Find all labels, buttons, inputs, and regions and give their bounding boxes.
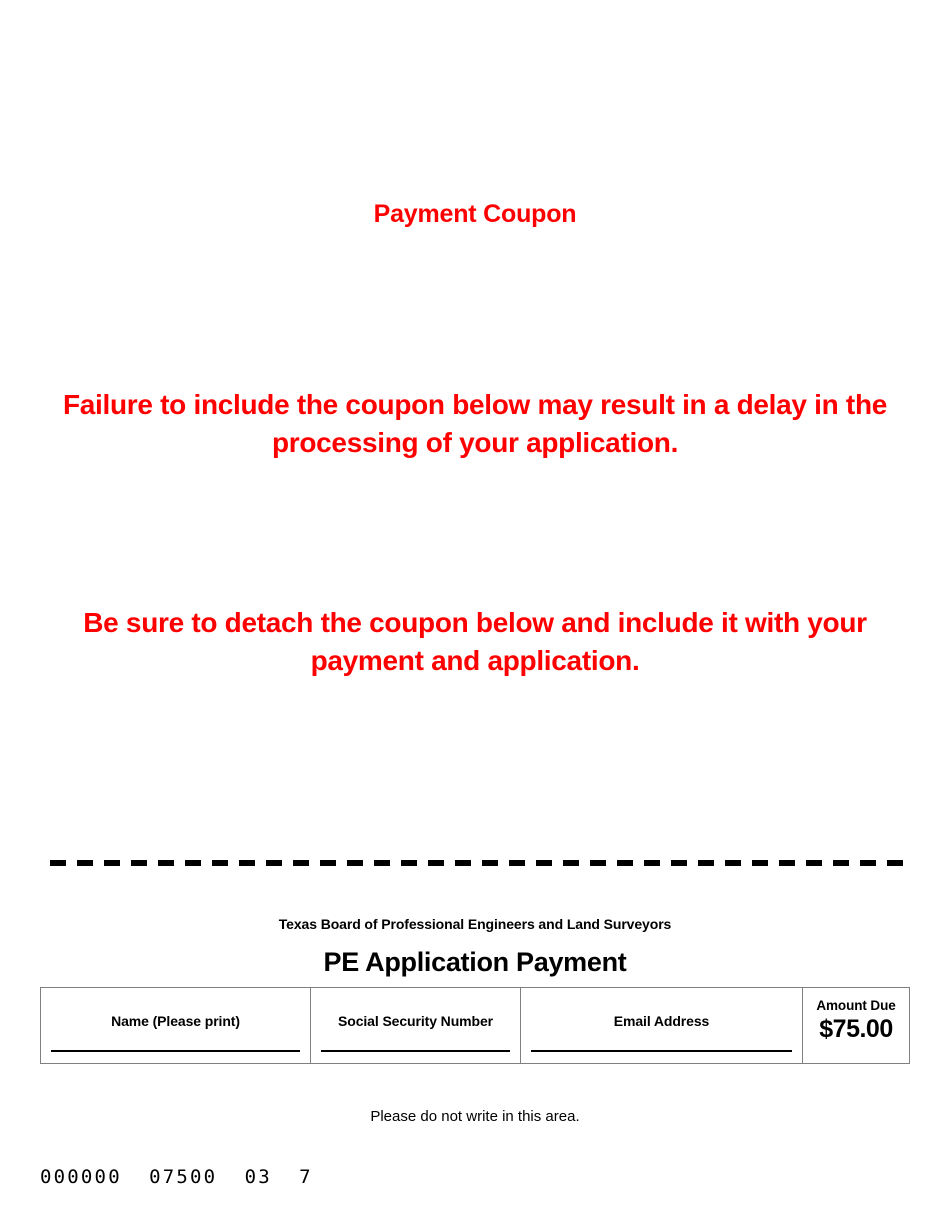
- field-label-name: Name (Please print): [111, 1013, 240, 1029]
- field-label-email-address: Email Address: [613, 1013, 710, 1029]
- name-write-in-line[interactable]: [51, 1050, 300, 1052]
- email-address-write-in-line[interactable]: [531, 1050, 792, 1052]
- ocr-scanline: 000000 07500 03 7: [40, 1166, 313, 1188]
- field-label-social-security-number: Social Security Number: [338, 1013, 493, 1029]
- amount-due-value: $75.00: [819, 1015, 893, 1043]
- coupon-fields-table: Name (Please print) Social Security Numb…: [40, 987, 910, 1064]
- field-cell-email-address[interactable]: Email Address: [521, 988, 803, 1063]
- field-cell-amount-due: Amount Due $75.00: [803, 988, 909, 1063]
- field-cell-social-security-number[interactable]: Social Security Number: [311, 988, 521, 1063]
- notice-paragraph-detach-instruction: Be sure to detach the coupon below and i…: [83, 607, 867, 676]
- coupon-title: PE Application Payment: [323, 947, 627, 977]
- do-not-write-notice: Please do not write in this area.: [370, 1108, 580, 1125]
- payment-coupon-page: Payment Coupon Failure to include the co…: [0, 0, 950, 1230]
- tear-line-divider: [50, 860, 906, 866]
- field-label-amount-due: Amount Due: [816, 998, 896, 1013]
- notice-paragraph-delay-warning: Failure to include the coupon below may …: [62, 389, 888, 458]
- field-cell-name[interactable]: Name (Please print): [41, 988, 311, 1063]
- page-title: Payment Coupon: [373, 200, 577, 228]
- coupon-organization-name: Texas Board of Professional Engineers an…: [278, 916, 672, 932]
- social-security-number-write-in-line[interactable]: [321, 1050, 510, 1052]
